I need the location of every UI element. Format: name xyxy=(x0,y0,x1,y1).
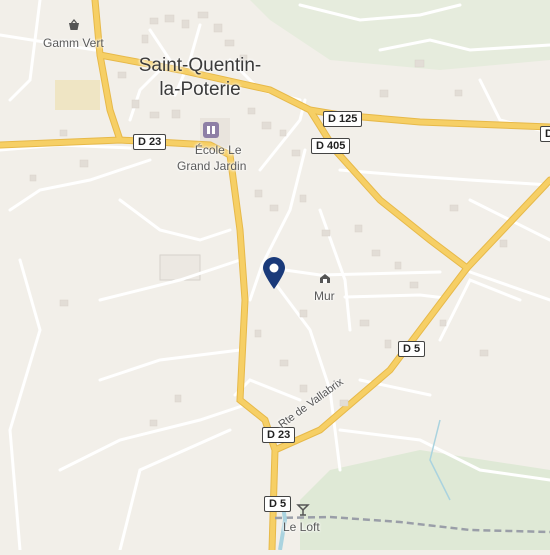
road-shield-d5-south: D 5 xyxy=(264,496,292,512)
poi-label-ecole[interactable]: École Le Grand Jardin xyxy=(177,142,246,174)
poi-label-gamm-vert[interactable]: Gamm Vert xyxy=(43,36,104,50)
road-shield-d405: D 405 xyxy=(311,138,351,154)
shop-basket-icon[interactable] xyxy=(67,18,81,32)
poi-label-mur[interactable]: Mur xyxy=(314,289,335,303)
road-shield-d23-south: D 23 xyxy=(262,427,296,443)
town-label-line1: Saint-Quentin- xyxy=(138,55,262,76)
school-icon[interactable] xyxy=(203,122,219,138)
map-canvas[interactable]: Saint-Quentin- la-Poterie Gamm Vert Écol… xyxy=(0,0,550,554)
bar-glass-icon[interactable] xyxy=(296,503,310,517)
town-label[interactable]: Saint-Quentin- la-Poterie xyxy=(130,54,270,102)
road-shield-d125: D 125 xyxy=(323,111,363,127)
poi-label-ecole-line2: Grand Jardin xyxy=(177,159,247,173)
road-shield-d5-east: D 5 xyxy=(398,341,426,357)
poi-label-le-loft[interactable]: Le Loft xyxy=(283,520,320,534)
monument-icon[interactable] xyxy=(318,271,332,285)
town-label-line2: la-Poterie xyxy=(159,79,241,100)
road-shield-d23-north: D 23 xyxy=(133,134,167,150)
location-pin-icon[interactable] xyxy=(261,256,287,290)
poi-label-ecole-line1: École Le xyxy=(194,143,242,157)
road-shield-edge: D xyxy=(540,126,550,142)
farm-area xyxy=(55,80,100,110)
